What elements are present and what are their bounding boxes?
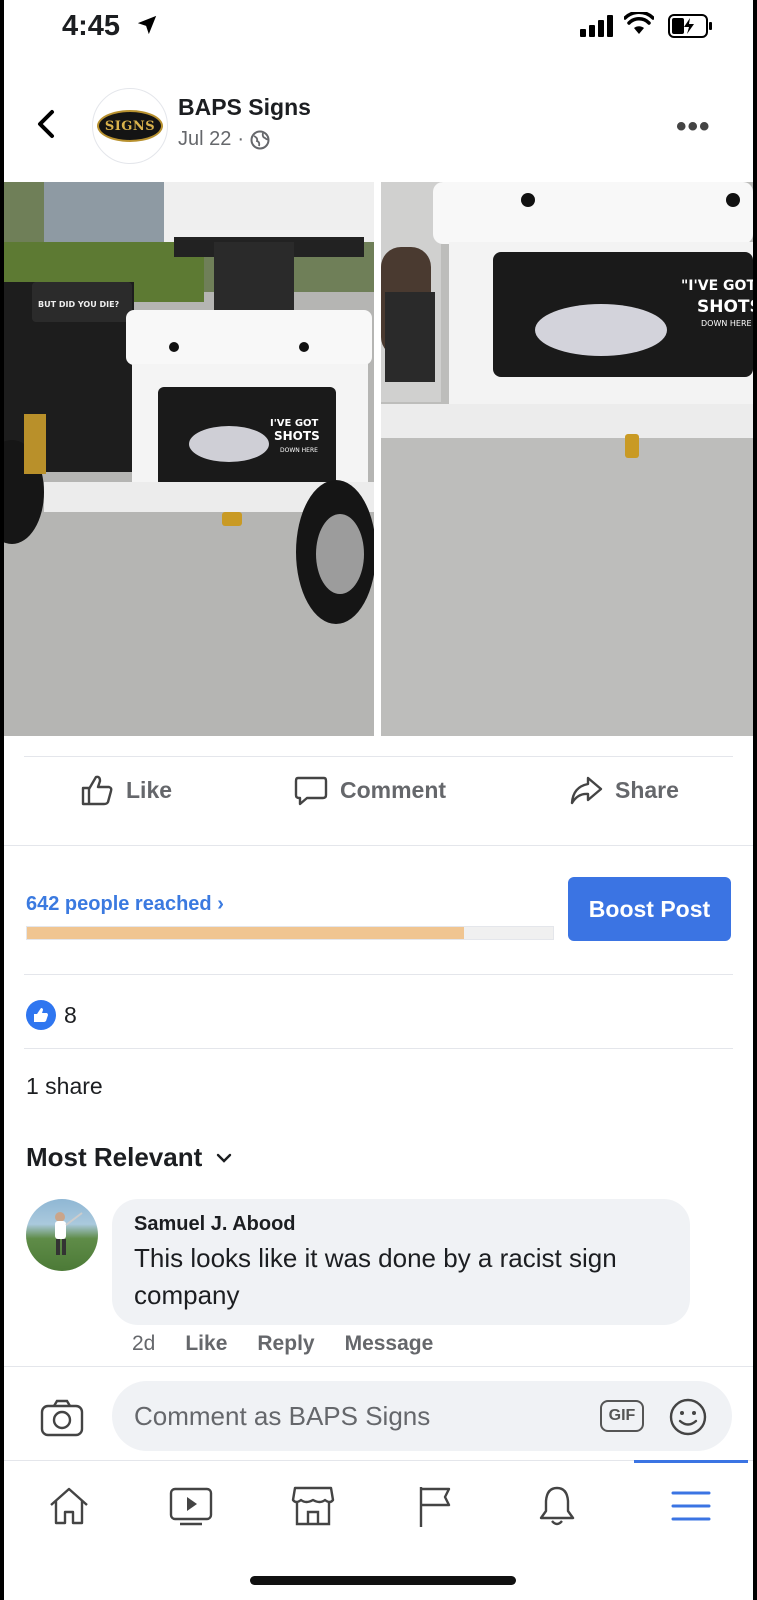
tab-menu[interactable]	[666, 1481, 716, 1531]
comment-actions: 2d Like Reply Message	[132, 1332, 433, 1356]
boost-post-button[interactable]: Boost Post	[568, 877, 731, 941]
left-sticker-line-1: I'VE GOT	[270, 418, 319, 429]
comment-message-button[interactable]: Message	[345, 1332, 434, 1356]
tab-notifications[interactable]	[532, 1481, 582, 1531]
like-count: 8	[64, 1001, 77, 1028]
right-sticker-line-1: "I'VE GOT	[681, 278, 753, 294]
share-button[interactable]: Share	[569, 766, 679, 814]
left-sticker-line-2: SHOTS	[274, 429, 320, 443]
marketplace-icon	[291, 1486, 335, 1526]
chevron-right-icon: ›	[217, 893, 224, 915]
comment-bubble-icon	[294, 776, 328, 806]
post-meta: Jul 22 ·	[178, 128, 270, 151]
wifi-icon	[624, 12, 654, 34]
comment-like-button[interactable]: Like	[185, 1332, 227, 1356]
comment-sort-dropdown[interactable]: Most Relevant	[26, 1142, 232, 1173]
home-indicator[interactable]	[250, 1576, 516, 1585]
meta-separator: ·	[237, 128, 245, 150]
commenter-avatar[interactable]	[26, 1199, 98, 1271]
comment-bubble[interactable]: Samuel J. Abood This looks like it was d…	[112, 1199, 690, 1325]
right-sticker-line-3: DOWN HERE	[701, 319, 752, 328]
cooler-closeup-photo: "I'VE GOT SHOTS DOWN HERE	[381, 182, 753, 736]
reach-progress-fill	[27, 927, 464, 939]
status-time: 4:45	[62, 10, 121, 42]
home-icon	[50, 1487, 88, 1525]
share-arrow-icon	[570, 776, 603, 805]
more-options-button[interactable]: •••	[676, 110, 711, 144]
page-name[interactable]: BAPS Signs	[178, 94, 311, 121]
comment-text: This looks like it was done by a racist …	[134, 1243, 617, 1310]
divider	[24, 1048, 733, 1049]
comment-reply-button[interactable]: Reply	[257, 1332, 314, 1356]
comment-button[interactable]: Comment	[294, 766, 446, 814]
divider	[24, 756, 733, 757]
comment-time: 2d	[132, 1332, 156, 1355]
location-arrow-icon	[137, 15, 157, 35]
notifications-bell-icon	[539, 1486, 575, 1526]
left-sticker-line-3: DOWN HERE	[280, 447, 318, 454]
menu-icon	[671, 1491, 711, 1521]
post-photo-left[interactable]: BUT DID YOU DIE? I'VE GOT SHOTS DOWN HER…	[4, 182, 374, 736]
screen: 4:45 SIGNS BAPS Signs Jul 22 · ••• BUT D…	[4, 0, 753, 1600]
bottom-tab-bar	[4, 1460, 753, 1560]
tab-pages[interactable]	[410, 1481, 460, 1531]
globe-icon	[250, 130, 270, 149]
video-icon	[169, 1487, 213, 1526]
share-count[interactable]: 1 share	[26, 1073, 103, 1100]
tab-marketplace[interactable]	[288, 1481, 338, 1531]
battery-charging-icon	[668, 14, 712, 38]
active-tab-indicator	[634, 1460, 748, 1463]
like-label: Like	[126, 776, 173, 803]
reach-text: 642 people reached	[26, 893, 212, 915]
reaction-summary[interactable]: 8	[26, 1000, 77, 1030]
camera-icon[interactable]	[40, 1399, 84, 1437]
engine-sticker-text: BUT DID YOU DIE?	[38, 300, 120, 309]
divider	[4, 1366, 753, 1367]
comment-label: Comment	[340, 776, 447, 803]
share-label: Share	[615, 776, 679, 803]
pages-flag-icon	[419, 1487, 451, 1527]
gif-button[interactable]: GIF	[600, 1400, 644, 1432]
reach-progress-bar	[26, 926, 554, 940]
people-reached-link[interactable]: 642 people reached ›	[26, 893, 224, 916]
post-photo-right[interactable]: "I'VE GOT SHOTS DOWN HERE	[381, 182, 753, 736]
like-button[interactable]: Like	[80, 766, 172, 814]
divider	[4, 845, 753, 846]
chevron-down-icon	[217, 1153, 232, 1163]
thumbs-up-icon	[81, 775, 113, 806]
tab-home[interactable]	[44, 1481, 94, 1531]
right-sticker-line-2: SHOTS	[697, 297, 753, 317]
post-date: Jul 22	[178, 128, 232, 150]
tab-watch[interactable]	[166, 1481, 216, 1531]
cellular-signal-icon	[580, 15, 613, 37]
golfer-photo	[55, 1212, 83, 1255]
like-reaction-icon	[26, 1000, 56, 1030]
comment-author[interactable]: Samuel J. Abood	[134, 1213, 668, 1236]
divider	[24, 974, 733, 975]
back-chevron-icon[interactable]	[32, 104, 62, 144]
page-logo: SIGNS	[97, 110, 163, 142]
page-avatar[interactable]: SIGNS	[92, 88, 168, 164]
cooler-photo: BUT DID YOU DIE? I'VE GOT SHOTS DOWN HER…	[4, 182, 374, 736]
comment-input-placeholder: Comment as BAPS Signs	[134, 1400, 431, 1431]
emoji-icon[interactable]	[668, 1397, 708, 1437]
sort-label: Most Relevant	[26, 1142, 203, 1172]
status-bar: 4:45	[4, 0, 753, 60]
